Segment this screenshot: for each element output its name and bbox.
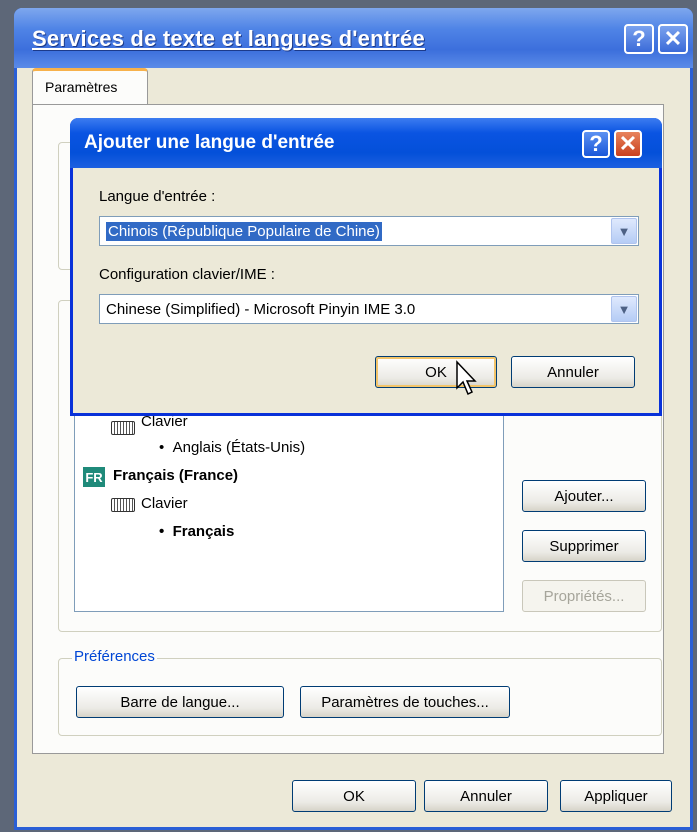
input-language-value: Chinois (République Populaire de Chine): [106, 222, 382, 241]
ok-button[interactable]: OK: [292, 780, 416, 812]
bullet-icon: •: [159, 439, 173, 456]
chevron-down-icon[interactable]: ▼: [611, 218, 637, 244]
cancel-button[interactable]: Annuler: [424, 780, 548, 812]
list-item-label: Anglais (États-Unis): [172, 439, 306, 456]
list-item-label: Français (France): [113, 467, 239, 484]
add-button[interactable]: Ajouter...: [522, 480, 646, 512]
remove-button[interactable]: Supprimer: [522, 530, 646, 562]
list-item-label: Clavier: [141, 495, 188, 512]
dialog-cancel-button[interactable]: Annuler: [511, 356, 635, 388]
keyboard-icon: [111, 498, 135, 512]
inner-title-bar[interactable]: Ajouter une langue d'entrée ? ✕: [70, 118, 662, 168]
tab-parametres[interactable]: Paramètres: [32, 68, 148, 104]
list-item[interactable]: • Français: [159, 523, 234, 540]
bullet-icon: •: [159, 523, 173, 540]
preferences-legend: Préférences: [72, 648, 157, 665]
outer-window-title: Services de texte et langues d'entrée: [32, 26, 425, 51]
properties-button[interactable]: Propriétés...: [522, 580, 646, 612]
keyboard-layout-label: Configuration clavier/IME :: [99, 266, 275, 283]
list-item-label: Français: [172, 523, 235, 540]
language-bar-button[interactable]: Barre de langue...: [76, 686, 284, 718]
keyboard-layout-select[interactable]: Chinese (Simplified) - Microsoft Pinyin …: [99, 294, 639, 324]
add-input-language-dialog: Ajouter une langue d'entrée ? ✕ Langue d…: [70, 118, 662, 416]
fr-language-icon: FR: [83, 467, 105, 487]
mouse-cursor-icon: [456, 360, 477, 396]
key-settings-button[interactable]: Paramètres de touches...: [300, 686, 510, 718]
input-language-label: Langue d'entrée :: [99, 188, 216, 205]
inner-close-button[interactable]: ✕: [614, 130, 642, 158]
list-item[interactable]: FR Français (France): [83, 467, 239, 487]
chevron-down-icon[interactable]: ▼: [611, 296, 637, 322]
input-language-select[interactable]: Chinois (République Populaire de Chine) …: [99, 216, 639, 246]
apply-button[interactable]: Appliquer: [560, 780, 672, 812]
inner-help-button[interactable]: ?: [582, 130, 610, 158]
inner-dialog-title: Ajouter une langue d'entrée: [84, 132, 335, 153]
keyboard-icon: [111, 421, 135, 435]
keyboard-layout-value: Chinese (Simplified) - Microsoft Pinyin …: [106, 301, 416, 318]
outer-help-button[interactable]: ?: [624, 24, 654, 54]
outer-close-button[interactable]: ✕: [658, 24, 688, 54]
list-item[interactable]: • Anglais (États-Unis): [159, 439, 305, 456]
outer-title-bar[interactable]: Services de texte et langues d'entrée ? …: [14, 8, 693, 68]
installed-services-list[interactable]: Clavier • Anglais (États-Unis) FR França…: [74, 404, 504, 612]
list-item[interactable]: Clavier: [111, 495, 188, 512]
